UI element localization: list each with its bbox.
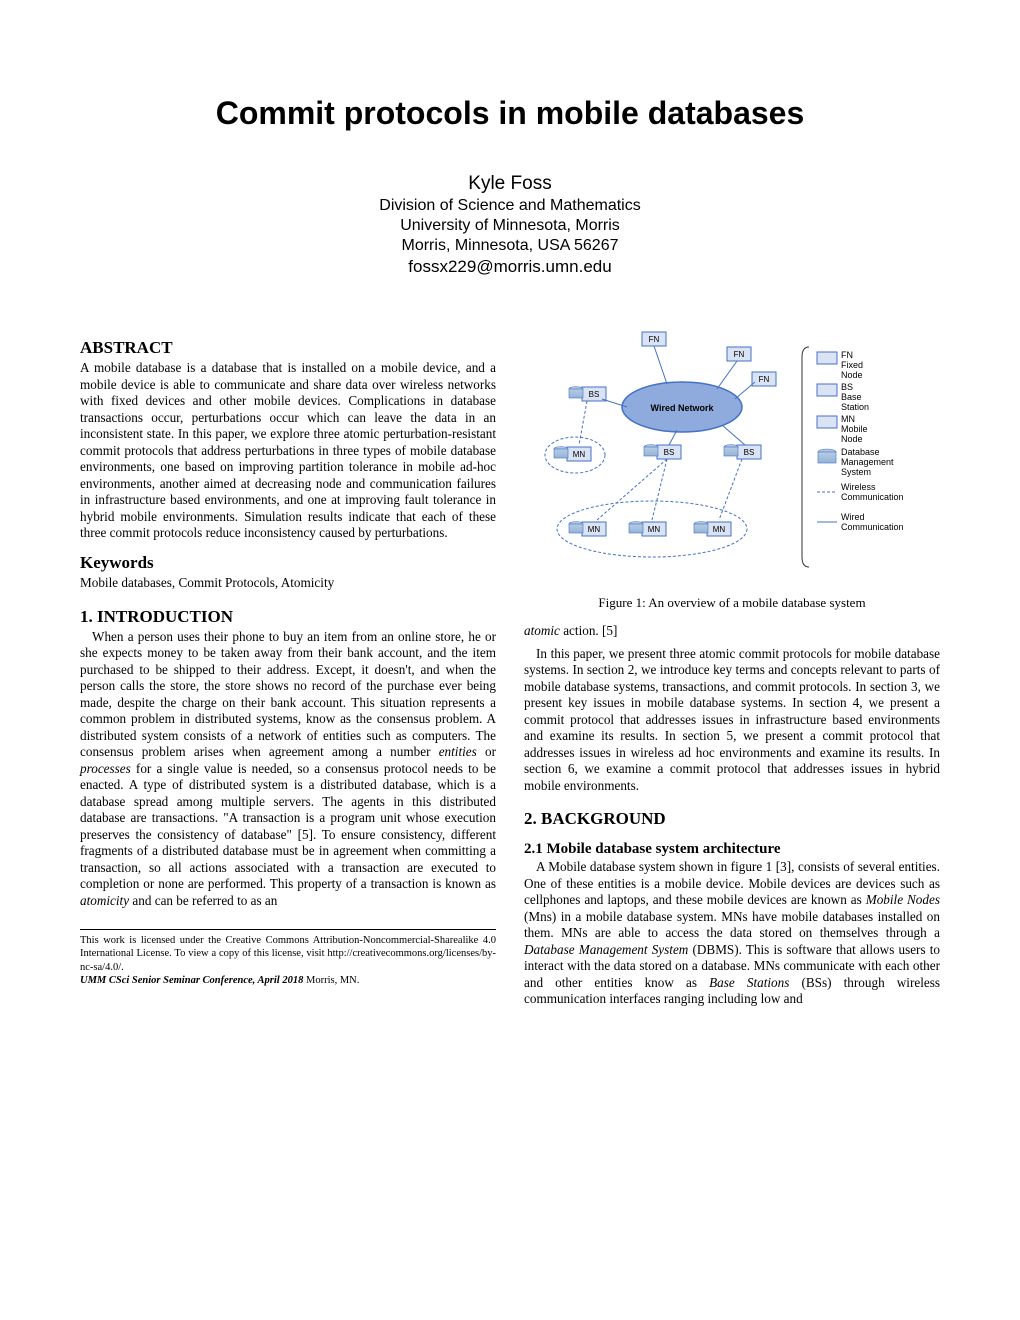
figure-1: Wired Network FN FN FN BS BS BS <box>524 327 940 611</box>
paper-title: Commit protocols in mobile databases <box>80 95 940 132</box>
intro-em-entities: entities <box>439 744 477 759</box>
bg-subheading-2-1: 2.1 Mobile database system architecture <box>524 840 940 859</box>
svg-text:Base: Base <box>841 392 862 402</box>
svg-text:Mobile: Mobile <box>841 424 868 434</box>
conference-loc: Morris, MN. <box>303 975 359 986</box>
fig-label-wired: Wired Network <box>651 403 715 413</box>
svg-text:FN: FN <box>759 375 770 384</box>
col2-em-atomic: atomic <box>524 623 560 638</box>
intro-para-2: In this paper, we present three atomic c… <box>524 646 940 795</box>
svg-text:Wireless: Wireless <box>841 482 876 492</box>
svg-text:Management: Management <box>841 457 894 467</box>
svg-text:Communication: Communication <box>841 492 904 502</box>
svg-text:Database: Database <box>841 447 880 457</box>
author-email: fossx229@morris.umn.edu <box>80 256 940 277</box>
svg-text:Communication: Communication <box>841 522 904 532</box>
author-affil-2: University of Minnesota, Morris <box>80 216 940 236</box>
svg-text:FN: FN <box>734 350 745 359</box>
intro-em-atomicity: atomicity <box>80 893 129 908</box>
abstract-text: A mobile database is a database that is … <box>80 360 496 542</box>
license-text: This work is licensed under the Creative… <box>80 934 496 973</box>
bg-text-b: (Mns) in a mobile database system. MNs h… <box>524 909 940 941</box>
svg-text:FN: FN <box>841 350 853 360</box>
intro-text-c: and can be referred to as an <box>129 893 277 908</box>
svg-text:Fixed: Fixed <box>841 360 863 370</box>
background-heading: 2. BACKGROUND <box>524 808 940 829</box>
figure-1-svg: Wired Network FN FN FN BS BS BS <box>527 327 937 587</box>
col2-atomic-line: atomic action. [5] <box>524 623 940 640</box>
svg-text:Station: Station <box>841 402 869 412</box>
conference-name: UMM CSci Senior Seminar Conference, Apri… <box>80 975 303 986</box>
svg-text:MN: MN <box>573 450 586 459</box>
svg-text:MN: MN <box>588 525 601 534</box>
abstract-heading: ABSTRACT <box>80 337 496 358</box>
svg-text:BS: BS <box>589 390 600 399</box>
svg-text:FN: FN <box>649 335 660 344</box>
intro-text-b: for a single value is needed, so a conse… <box>80 761 496 892</box>
figure-1-caption: Figure 1: An overview of a mobile databa… <box>524 595 940 611</box>
author-block: Kyle Foss Division of Science and Mathem… <box>80 172 940 277</box>
author-affil-3: Morris, Minnesota, USA 56267 <box>80 236 940 256</box>
svg-text:BS: BS <box>841 382 853 392</box>
bg-em-base-stations: Base Stations <box>709 975 789 990</box>
bg-para-1: A Mobile database system shown in figure… <box>524 859 940 1008</box>
license-footnote: This work is licensed under the Creative… <box>80 929 496 987</box>
intro-text-a: When a person uses their phone to buy an… <box>80 629 496 760</box>
conference-line: UMM CSci Senior Seminar Conference, Apri… <box>80 974 496 987</box>
svg-text:Wired: Wired <box>841 512 865 522</box>
body-columns: ABSTRACT A mobile database is a database… <box>80 327 940 1014</box>
intro-em-processes: processes <box>80 761 131 776</box>
keywords-heading: Keywords <box>80 552 496 573</box>
svg-text:System: System <box>841 467 871 477</box>
svg-text:MN: MN <box>841 414 855 424</box>
keywords-text: Mobile databases, Commit Protocols, Atom… <box>80 575 496 592</box>
svg-text:Node: Node <box>841 370 863 380</box>
author-affil-1: Division of Science and Mathematics <box>80 196 940 216</box>
fig-mn-group: MN MN MN MN <box>554 447 731 537</box>
intro-heading: 1. INTRODUCTION <box>80 606 496 627</box>
svg-text:BS: BS <box>664 448 675 457</box>
svg-text:MN: MN <box>713 525 726 534</box>
svg-text:BS: BS <box>744 448 755 457</box>
author-name: Kyle Foss <box>80 172 940 196</box>
col2-text-action: action. [5] <box>560 623 618 638</box>
bg-em-mobile-nodes: Mobile Nodes <box>866 892 940 907</box>
svg-text:MN: MN <box>648 525 661 534</box>
svg-text:Node: Node <box>841 434 863 444</box>
intro-text-or: or <box>477 744 496 759</box>
intro-para-1: When a person uses their phone to buy an… <box>80 629 496 910</box>
fig-legend: FNFixedNode BSBaseStation MNMobileNode D… <box>802 347 904 567</box>
bg-em-dbms: Database Management System <box>524 942 688 957</box>
